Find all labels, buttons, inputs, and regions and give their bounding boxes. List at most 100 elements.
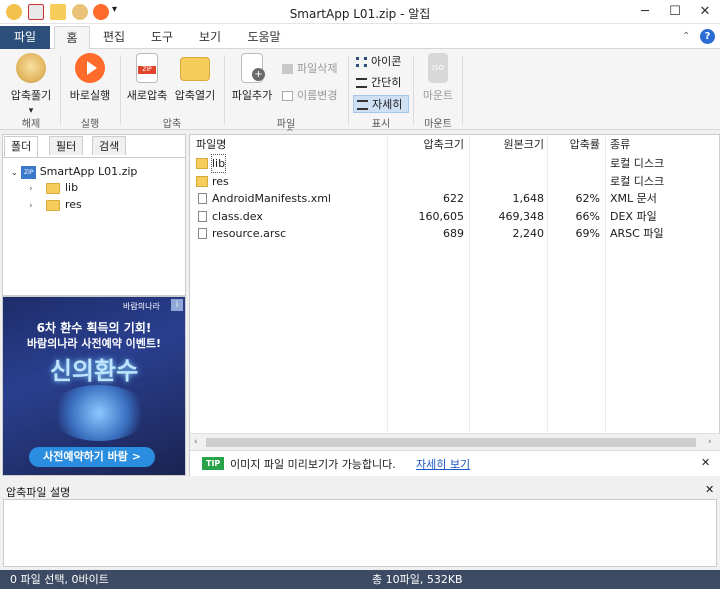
file-name: lib xyxy=(210,154,227,173)
col-header-type[interactable]: 종류 xyxy=(610,135,630,155)
original-size: 1,648 xyxy=(512,192,545,205)
collapse-arrow-icon[interactable]: ⌄ xyxy=(11,168,18,177)
add-file-label: 파일추가 xyxy=(231,89,273,102)
original-size: 2,240 xyxy=(512,227,545,240)
group-label-compress: 압축 xyxy=(162,119,182,130)
tab-help[interactable]: 도움말 xyxy=(240,26,288,49)
list-simple-icon xyxy=(356,78,367,88)
expand-arrow-icon[interactable]: › xyxy=(29,201,33,211)
title-bar: ▾ SmartApp L01.zip - 알집 ─ ☐ ✕ xyxy=(0,0,720,24)
horizontal-scrollbar[interactable]: ‹ › xyxy=(190,433,720,450)
ribbon: 압축풀기 ▾ 바로실행 ZIP 새로압축 압축열기 + 파일추가 파일삭제 이름… xyxy=(0,49,720,130)
col-header-original[interactable]: 원본크기 xyxy=(468,135,544,155)
file-row[interactable]: res 로컬 디스크 xyxy=(190,173,720,190)
expand-arrow-icon[interactable]: › xyxy=(29,184,33,194)
view-detail-button[interactable]: 자세히 xyxy=(353,95,409,113)
new-zip-icon: ZIP xyxy=(136,53,158,83)
file-name: class.dex xyxy=(212,209,263,223)
file-row[interactable]: class.dex 160,605 469,348 66% DEX 파일 xyxy=(190,208,720,225)
dragon-illustration xyxy=(49,385,149,441)
rename-label: 이름변경 xyxy=(297,89,338,102)
maximize-button[interactable]: ☐ xyxy=(660,0,690,24)
ad-cta-button[interactable]: 사전예약하기 바람 > xyxy=(29,447,155,467)
file-icon xyxy=(198,193,207,204)
view-icon-label: 아이콘 xyxy=(371,55,402,68)
file-row[interactable]: lib 로컬 디스크 xyxy=(190,154,720,173)
tab-search[interactable]: 검색 xyxy=(92,136,127,155)
ribbon-tabs: 파일 홈 편집 도구 보기 도움말 ⌃ ? xyxy=(0,24,720,50)
group-label-run: 실행 xyxy=(80,119,100,130)
folder-icon xyxy=(196,175,208,187)
tab-folder[interactable]: 폴더 xyxy=(4,136,39,157)
close-button[interactable]: ✕ xyxy=(690,0,720,24)
collapse-ribbon-icon[interactable]: ⌃ xyxy=(682,31,690,42)
open-zip-button[interactable]: 압축열기 xyxy=(171,53,219,103)
packed-size: 689 xyxy=(443,227,464,240)
view-icon-button[interactable]: 아이콘 xyxy=(353,53,409,71)
tab-edit[interactable]: 편집 xyxy=(96,26,132,49)
help-icon[interactable]: ? xyxy=(700,29,715,44)
view-simple-label: 간단히 xyxy=(371,76,402,89)
mount-button[interactable]: ISO 마운트 xyxy=(417,53,459,103)
file-row[interactable]: resource.arsc 689 2,240 69% ARSC 파일 xyxy=(190,225,720,242)
run-button[interactable]: 바로실행 xyxy=(64,53,116,103)
file-type: XML 문서 xyxy=(610,192,657,205)
add-file-button[interactable]: + 파일추가 xyxy=(228,53,276,103)
group-separator xyxy=(413,55,414,125)
ad-info-icon[interactable]: i xyxy=(171,299,183,311)
tab-file[interactable]: 파일 xyxy=(0,26,50,49)
group-separator xyxy=(224,55,225,125)
scroll-right-icon[interactable]: › xyxy=(708,437,712,447)
ad-brand-logo: 바람의나라 xyxy=(123,302,160,311)
tree-root-label: SmartApp L01.zip xyxy=(39,165,138,178)
tip-close-button[interactable]: ✕ xyxy=(701,456,710,469)
delete-file-button[interactable]: 파일삭제 xyxy=(279,60,337,78)
tab-view[interactable]: 보기 xyxy=(192,26,228,49)
view-simple-button[interactable]: 간단히 xyxy=(353,74,409,92)
folder-icon xyxy=(46,200,60,211)
tree-root[interactable]: ⌄ ZIP SmartApp L01.zip xyxy=(11,164,181,180)
ad-headline-2: 바람의나라 사전예약 이벤트! xyxy=(26,337,162,350)
tree-item-lib[interactable]: › lib xyxy=(29,180,179,196)
advertisement-banner[interactable]: 바람의나라 i 6차 환수 획득의 기회! 바람의나라 사전예약 이벤트! 신의… xyxy=(2,296,186,476)
group-separator xyxy=(462,55,463,125)
list-detail-icon xyxy=(357,100,368,110)
tab-home[interactable]: 홈 xyxy=(54,26,90,50)
file-list: ^ 파일명 압축크기 원본크기 압축률 종류 lib 로컬 디스크 res 로컬 디스… xyxy=(189,128,720,476)
tip-bar: TIP 이미지 파일 미리보기가 가능합니다. 자세히 보기 ✕ xyxy=(190,450,720,476)
tab-filter[interactable]: 필터 xyxy=(49,136,84,155)
iso-icon: ISO xyxy=(428,53,448,83)
scroll-left-icon[interactable]: ‹ xyxy=(194,437,198,447)
description-close-button[interactable]: ✕ xyxy=(705,483,714,496)
extract-mascot-icon xyxy=(16,53,46,83)
group-label-extract: 해제 xyxy=(21,119,41,130)
sort-arrow-icon: ^ xyxy=(286,128,294,138)
file-type: ARSC 파일 xyxy=(610,227,664,240)
file-name: AndroidManifests.xml xyxy=(212,192,331,205)
compression-ratio: 66% xyxy=(575,209,600,223)
file-type: DEX 파일 xyxy=(610,209,657,223)
rename-button[interactable]: 이름변경 xyxy=(279,87,337,105)
original-size: 469,348 xyxy=(498,209,545,223)
col-header-packed[interactable]: 압축크기 xyxy=(386,135,464,155)
tab-tools[interactable]: 도구 xyxy=(144,26,180,49)
tree-item-res[interactable]: › res xyxy=(29,197,179,213)
tip-detail-link[interactable]: 자세히 보기 xyxy=(416,456,470,472)
file-type: 로컬 디스크 xyxy=(610,174,665,188)
scroll-thumb[interactable] xyxy=(206,438,696,447)
extract-button[interactable]: 압축풀기 ▾ xyxy=(6,53,56,116)
view-detail-label: 자세히 xyxy=(372,98,403,111)
group-separator xyxy=(348,55,349,125)
description-textbox[interactable] xyxy=(3,499,717,567)
compression-ratio: 69% xyxy=(575,227,600,240)
group-label-view: 표시 xyxy=(371,119,391,130)
description-header: 압축파일 설명 ✕ xyxy=(0,481,720,499)
file-row[interactable]: AndroidManifests.xml 622 1,648 62% XML 문서 xyxy=(190,190,720,207)
status-bar: 0 파일 선택, 0바이트 총 10파일, 532KB xyxy=(0,570,720,589)
group-separator xyxy=(120,55,121,125)
folder-panel: 폴더 필터 검색 ⌄ ZIP SmartApp L01.zip › lib › … xyxy=(2,134,186,296)
minimize-button[interactable]: ─ xyxy=(630,0,660,24)
new-zip-button[interactable]: ZIP 새로압축 xyxy=(124,53,170,103)
col-header-ratio[interactable]: 압축률 xyxy=(548,135,600,155)
col-header-name[interactable]: 파일명 xyxy=(196,135,226,155)
